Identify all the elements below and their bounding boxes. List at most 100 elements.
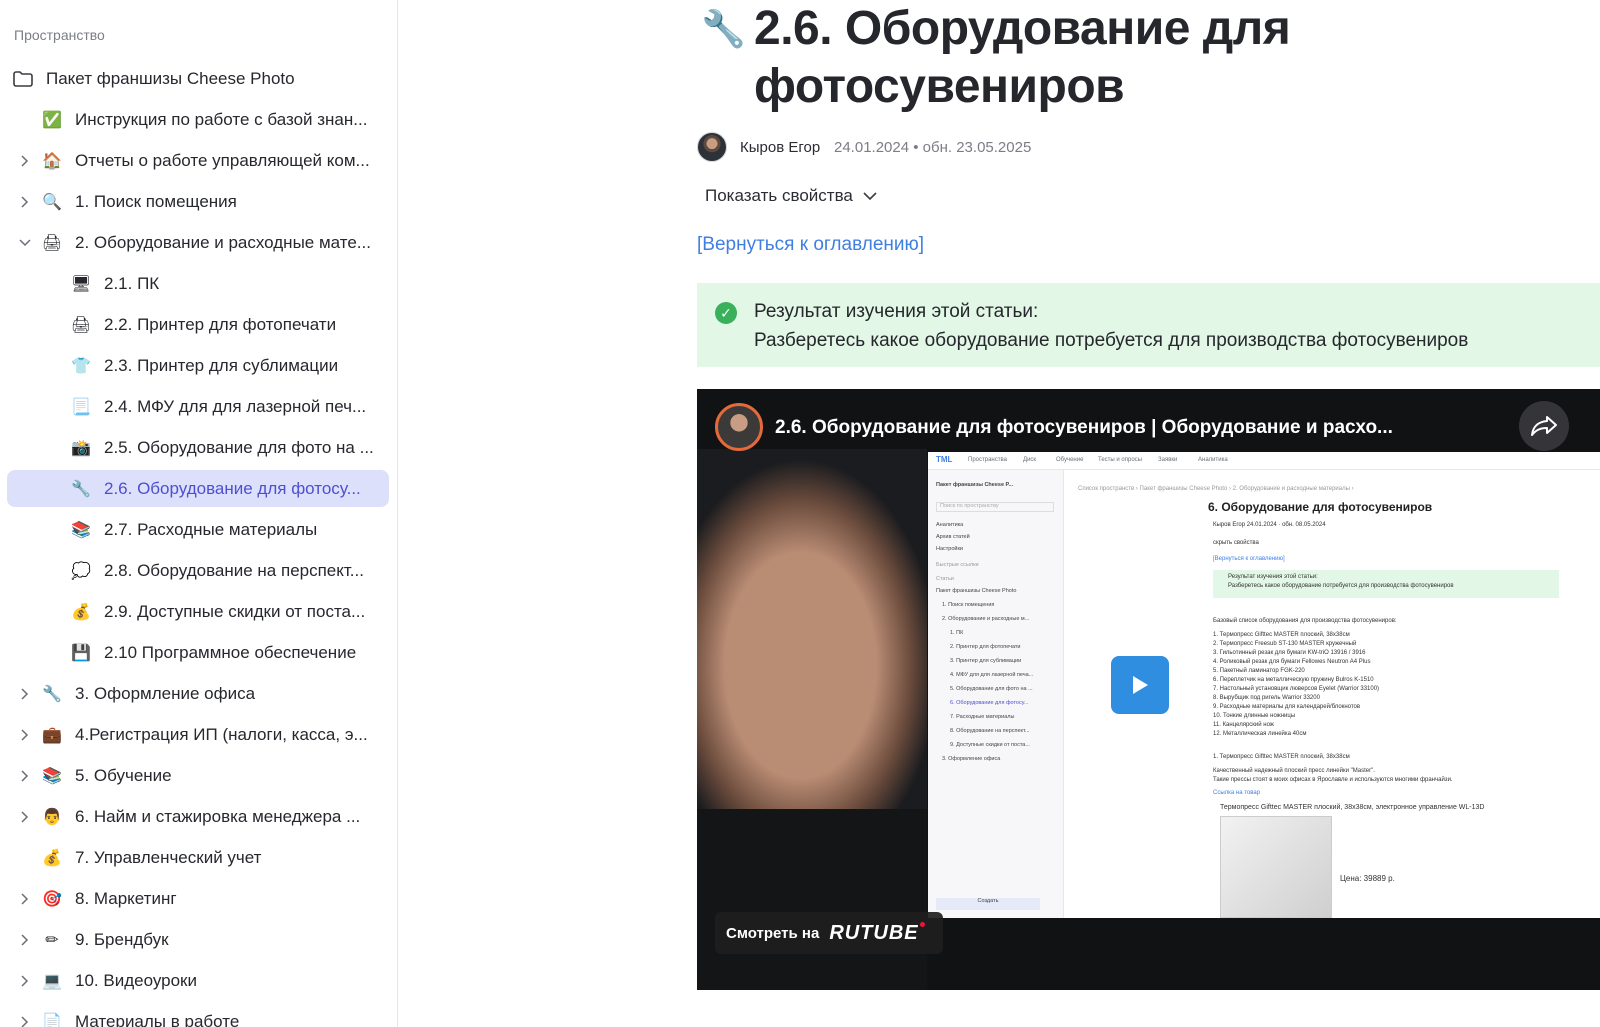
sidebar-item[interactable]: 📸 2.5. Оборудование для фото на ...: [0, 427, 397, 468]
emoji-icon: 📚: [71, 521, 91, 539]
sidebar-item-label: 2.9. Доступные скидки от поста...: [104, 601, 366, 621]
show-properties-toggle[interactable]: Показать свойства: [705, 186, 877, 206]
sidebar-item[interactable]: 👕 2.3. Принтер для сублимации: [0, 345, 397, 386]
video-title[interactable]: 2.6. Оборудование для фотосувениров | Об…: [775, 417, 1393, 439]
emoji-icon: 💰: [42, 849, 62, 867]
emoji-icon: 📃: [71, 398, 91, 416]
emoji-icon: 🔧: [71, 480, 91, 498]
sidebar-item[interactable]: 💼 4.Регистрация ИП (налоги, касса, э...: [0, 714, 397, 755]
sidebar-item[interactable]: 🔧 3. Оформление офиса: [0, 673, 397, 714]
sidebar-item-label: 10. Видеоуроки: [75, 970, 197, 990]
chevron-right-icon[interactable]: [17, 1014, 33, 1027]
sidebar-item-label: Инструкция по работе с базой знан...: [75, 109, 368, 129]
sidebar-section-label: Пространство: [14, 27, 105, 43]
emoji-icon: 🖥: [70, 275, 92, 293]
sidebar-item[interactable]: 📃 2.4. МФУ для для лазерной печ...: [0, 386, 397, 427]
emoji-icon: 💭: [71, 562, 91, 580]
sidebar-item[interactable]: 🏠 Отчеты о работе управляющей ком...: [0, 140, 397, 181]
sidebar-item-label: 2.7. Расходные материалы: [104, 519, 318, 539]
sidebar-item-label: 9. Брендбук: [75, 929, 169, 949]
chevron-down-icon: [863, 186, 877, 206]
emoji-icon: 💻: [42, 972, 62, 990]
sidebar-item[interactable]: 👨 6. Найм и стажировка менеджера ...: [0, 796, 397, 837]
page-title: 2.6. Оборудование для фотосувениров: [754, 2, 1291, 113]
result-callout: ✓ Результат изучения этой статьи: Разбер…: [697, 283, 1600, 367]
emoji-icon: 🎯: [42, 890, 62, 908]
sidebar-item-label: Материалы в работе: [75, 1011, 240, 1027]
chevron-right-icon[interactable]: [17, 809, 33, 825]
emoji-icon: 🔧: [42, 685, 62, 703]
sidebar-item[interactable]: 🔍 1. Поиск помещения: [0, 181, 397, 222]
chevron-right-icon[interactable]: [17, 973, 33, 989]
article: 🔧 2.6. Оборудование для фотосувениров Кы…: [399, 0, 1600, 1027]
sidebar-item[interactable]: ✏ 9. Брендбук: [0, 919, 397, 960]
emoji-icon: 🖨: [70, 316, 92, 334]
chevron-down-icon[interactable]: [17, 235, 33, 251]
emoji-icon: 👨: [42, 808, 62, 826]
emoji-icon: 💾: [71, 644, 91, 662]
sidebar-item[interactable]: 💭 2.8. Оборудование на перспект...: [0, 550, 397, 591]
sidebar-item-label: 2.6. Оборудование для фотосу...: [104, 478, 361, 498]
sidebar-item-label: 2.10 Программное обеспечение: [104, 642, 357, 662]
chevron-right-icon[interactable]: [17, 932, 33, 948]
sidebar-item-label: 1. Поиск помещения: [75, 191, 237, 211]
emoji-icon: 🏠: [42, 152, 62, 170]
sidebar-item-label: 5. Обучение: [75, 765, 172, 785]
sidebar-item-label: 2.2. Принтер для фотопечати: [104, 314, 337, 334]
channel-avatar[interactable]: [715, 403, 763, 451]
sidebar-item[interactable]: 🔧 2.6. Оборудование для фотосу...: [0, 468, 397, 509]
chevron-right-icon[interactable]: [17, 727, 33, 743]
sidebar-item[interactable]: 📄 Материалы в работе: [0, 1001, 397, 1027]
sidebar-tree: Пакет франшизы Cheese Photo ✅ Инструкция …: [0, 58, 397, 1027]
sidebar-item-label: 7. Управленческий учет: [75, 847, 262, 867]
article-dates: 24.01.2024 • обн. 23.05.2025: [834, 139, 1032, 156]
callout-title: Результат изучения этой статьи:: [754, 301, 1039, 322]
sidebar-item-label: 2.5. Оборудование для фото на ...: [104, 437, 374, 457]
sidebar-item[interactable]: 📚 2.7. Расходные материалы: [0, 509, 397, 550]
sidebar-item-label: Пакет франшизы Cheese Photo: [46, 68, 295, 88]
author-name[interactable]: Кыров Егор: [740, 139, 820, 156]
sidebar-item[interactable]: 📚 5. Обучение: [0, 755, 397, 796]
video-player[interactable]: 2.6. Оборудование для фотосувениров | Об…: [697, 389, 1600, 990]
watch-on-label: Смотреть на: [726, 924, 820, 942]
sidebar-item[interactable]: 🖨 2. Оборудование и расходные мате...: [0, 222, 397, 263]
back-to-contents-link[interactable]: [Вернуться к оглавлению]: [697, 234, 924, 256]
show-properties-label: Показать свойства: [705, 186, 853, 205]
sidebar-item-label: 6. Найм и стажировка менеджера ...: [75, 806, 361, 826]
chevron-right-icon[interactable]: [17, 153, 33, 169]
sidebar-item-label: 2. Оборудование и расходные мате...: [75, 232, 371, 252]
sidebar-item[interactable]: 🖥 2.1. ПК: [0, 263, 397, 304]
sidebar: Пространство Пакет франшизы Cheese Photo…: [0, 0, 398, 1027]
avatar[interactable]: [697, 132, 727, 162]
sidebar-item-label: 3. Оформление офиса: [75, 683, 256, 703]
chevron-right-icon[interactable]: [17, 686, 33, 702]
sidebar-item-label: 2.4. МФУ для для лазерной печ...: [104, 396, 367, 416]
emoji-icon: ✏: [45, 931, 59, 949]
play-button[interactable]: [1111, 656, 1169, 714]
sidebar-item-label: 4.Регистрация ИП (налоги, касса, э...: [75, 724, 368, 744]
rutube-logo: RUTUBE: [829, 921, 926, 944]
sidebar-item-label: 8. Маркетинг: [75, 888, 177, 908]
folder-icon: [12, 68, 34, 90]
sidebar-item[interactable]: ✅ Инструкция по работе с базой знан...: [0, 99, 397, 140]
wrench-icon: 🔧: [701, 8, 746, 49]
check-circle-icon: ✓: [715, 302, 737, 324]
sidebar-item[interactable]: 🎯 8. Маркетинг: [0, 878, 397, 919]
sidebar-item-label: 2.8. Оборудование на перспект...: [104, 560, 364, 580]
sidebar-item[interactable]: 💾 2.10 Программное обеспечение: [0, 632, 397, 673]
sidebar-item-label: 2.1. ПК: [104, 273, 160, 293]
chevron-right-icon[interactable]: [17, 891, 33, 907]
share-icon[interactable]: [1519, 401, 1569, 451]
sidebar-item[interactable]: 💻 10. Видеоуроки: [0, 960, 397, 1001]
sidebar-item[interactable]: 💰 7. Управленческий учет: [0, 837, 397, 878]
chevron-right-icon[interactable]: [17, 194, 33, 210]
sidebar-item-label: 2.3. Принтер для сублимации: [104, 355, 339, 375]
emoji-icon: ✅: [42, 111, 62, 129]
sidebar-item[interactable]: 🖨 2.2. Принтер для фотопечати: [0, 304, 397, 345]
sidebar-item-root[interactable]: Пакет франшизы Cheese Photo: [0, 58, 397, 99]
sidebar-item[interactable]: 💰 2.9. Доступные скидки от поста...: [0, 591, 397, 632]
watch-on-rutube-button[interactable]: Смотреть на RUTUBE: [715, 912, 943, 954]
emoji-icon: 🔍: [42, 193, 62, 211]
emoji-icon: 💼: [42, 726, 62, 744]
chevron-right-icon[interactable]: [17, 768, 33, 784]
